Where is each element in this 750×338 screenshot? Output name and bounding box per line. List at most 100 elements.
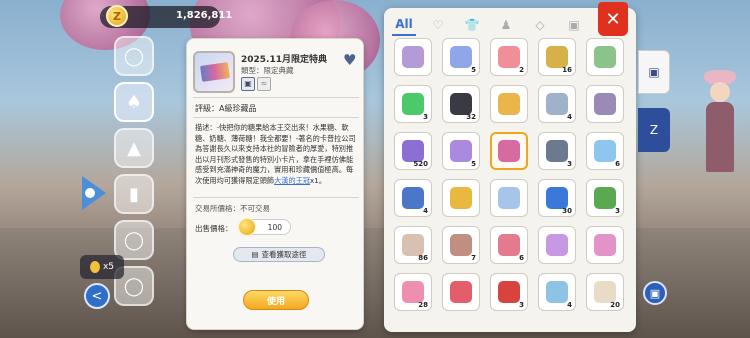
slot-count: 28 — [418, 301, 428, 309]
inventory-slot[interactable]: 6 — [586, 132, 624, 170]
inventory-slot[interactable] — [586, 85, 624, 123]
inventory-slot[interactable] — [394, 38, 432, 76]
inventory-slot[interactable] — [442, 179, 480, 217]
slot-count: 6 — [519, 254, 524, 262]
slot-count: 16 — [562, 66, 572, 74]
pink-potion-icon — [594, 234, 616, 256]
inventory-slot[interactable]: 32 — [442, 85, 480, 123]
gem-icon[interactable]: ◇ — [528, 14, 552, 36]
reward-link[interactable]: 大漢的王冠 — [274, 176, 310, 185]
tab-all[interactable]: All — [392, 14, 416, 36]
divider — [193, 197, 359, 198]
slot-count: 2 — [519, 66, 524, 74]
lightning-icon — [402, 93, 424, 115]
inventory-slot[interactable]: 7 — [442, 226, 480, 264]
green-bowl-icon — [594, 46, 616, 68]
heart-icon[interactable]: ♡ — [426, 14, 450, 36]
slot-count: 5 — [471, 160, 476, 168]
inventory-slot[interactable]: 30 — [538, 179, 576, 217]
inventory-slot[interactable]: 520 — [394, 132, 432, 170]
card-icon[interactable]: ▣ — [562, 14, 586, 36]
stone-bowl-icon — [450, 234, 472, 256]
slot-count: 4 — [567, 113, 572, 121]
inventory-slot[interactable] — [538, 226, 576, 264]
view-source-button[interactable]: ▤ 查看獲取途徑 — [233, 247, 325, 262]
divider — [193, 97, 359, 98]
inventory-slot[interactable]: 3 — [490, 273, 528, 311]
mortar-bowl-icon — [546, 93, 568, 115]
slot-count: 4 — [423, 207, 428, 215]
inventory-slot[interactable] — [586, 38, 624, 76]
purple-stone-icon — [594, 93, 616, 115]
npc-character[interactable] — [700, 70, 740, 180]
equip-slot-accessory[interactable]: ◯ — [114, 220, 154, 260]
slot-count: 3 — [615, 207, 620, 215]
inventory-grid: 5 2 16 3 32 4 520 5 3 6 4 30 3 86 7 6 28 3 4 20 — [394, 38, 634, 311]
inventory-slot[interactable]: 5 — [442, 38, 480, 76]
map-icon: ▤ — [251, 250, 259, 259]
zeny-coin-icon: Z — [106, 5, 128, 27]
candy-icon — [498, 234, 520, 256]
blue-scroll-icon — [498, 187, 520, 209]
inventory-slot[interactable]: 86 — [394, 226, 432, 264]
inventory-slot[interactable]: 16 — [538, 38, 576, 76]
share-icon[interactable]: < — [84, 283, 110, 309]
inventory-slot[interactable]: 3 — [586, 179, 624, 217]
inventory-slot[interactable]: 4 — [538, 273, 576, 311]
quest-log-icon[interactable]: ▣ — [643, 281, 667, 305]
storage-bag-icon[interactable]: Z — [638, 108, 670, 152]
slot-count: 7 — [471, 254, 476, 262]
pink-crystal-icon — [546, 234, 568, 256]
inventory-slot[interactable]: 3 — [394, 85, 432, 123]
item-rank: 評級：A級珍藏品 — [195, 104, 257, 113]
divider — [193, 117, 359, 118]
bind-tag-icon: ≈ — [257, 77, 271, 91]
inventory-slot[interactable]: 3 — [538, 132, 576, 170]
sell-price-label: 出售價格： — [195, 224, 233, 233]
collection-tag-icon: ▣ — [241, 77, 255, 91]
inventory-slot[interactable] — [586, 226, 624, 264]
slot-count: 3 — [423, 113, 428, 121]
bone-icon — [594, 281, 616, 303]
inventory-slot[interactable]: 4 — [394, 179, 432, 217]
inventory-slot[interactable] — [490, 179, 528, 217]
equip-slot-armor[interactable]: ▲ — [114, 128, 154, 168]
item-title: 2025.11月限定特典 — [241, 55, 327, 65]
inventory-slot[interactable]: 2 — [490, 38, 528, 76]
equip-slot-hat[interactable]: ♠ — [114, 82, 154, 122]
use-button[interactable]: 使用 — [243, 290, 309, 310]
purple-card-icon — [450, 140, 472, 162]
inventory-slot[interactable] — [490, 85, 528, 123]
inventory-slot[interactable]: 28 — [394, 273, 432, 311]
inventory-slot[interactable]: 5 — [442, 132, 480, 170]
blue-gem-icon — [546, 187, 568, 209]
shirt-icon[interactable]: 👕 — [460, 14, 484, 36]
inventory-slot[interactable]: 4 — [538, 85, 576, 123]
inventory-slot[interactable] — [490, 132, 528, 170]
slot-count: 30 — [562, 207, 572, 215]
close-button[interactable]: ✕ — [598, 2, 628, 36]
favorite-heart-icon[interactable]: ♥ — [343, 51, 356, 69]
inventory-slot[interactable] — [442, 273, 480, 311]
item-type: 類型：限定典藏 — [241, 66, 294, 75]
purple-gem-icon — [402, 46, 424, 68]
figure-icon[interactable]: ♟ — [494, 14, 518, 36]
photo-card-icon — [498, 140, 520, 162]
backpack-tab-icon[interactable]: ▣ — [638, 50, 670, 94]
gift-box-icon — [450, 46, 472, 68]
slot-count: 6 — [615, 160, 620, 168]
inventory-panel: All ♡ 👕 ♟ ◇ ▣ 5 2 16 3 32 4 520 5 3 6 4 30 3 86 7 6 28 3 4… — [384, 8, 636, 332]
slot-count: 32 — [466, 113, 476, 121]
equip-slot-boots[interactable]: ▮ — [114, 174, 154, 214]
pink-slime-icon — [498, 46, 520, 68]
blue-card-icon — [402, 187, 424, 209]
red-gift-icon — [498, 281, 520, 303]
gold-ring-icon — [546, 46, 568, 68]
equip-slot-ring[interactable]: ◯ — [114, 36, 154, 76]
inventory-slot[interactable]: 6 — [490, 226, 528, 264]
item-description: 描述：-快把你的糖果給本王交出來！水果糖、軟糖、奶糖、薄荷糖！我全都要！-著名的… — [195, 123, 356, 185]
100w-badge-icon — [450, 281, 472, 303]
ice-star-icon — [594, 140, 616, 162]
inventory-slot[interactable]: 20 — [586, 273, 624, 311]
green-potion-icon — [594, 187, 616, 209]
